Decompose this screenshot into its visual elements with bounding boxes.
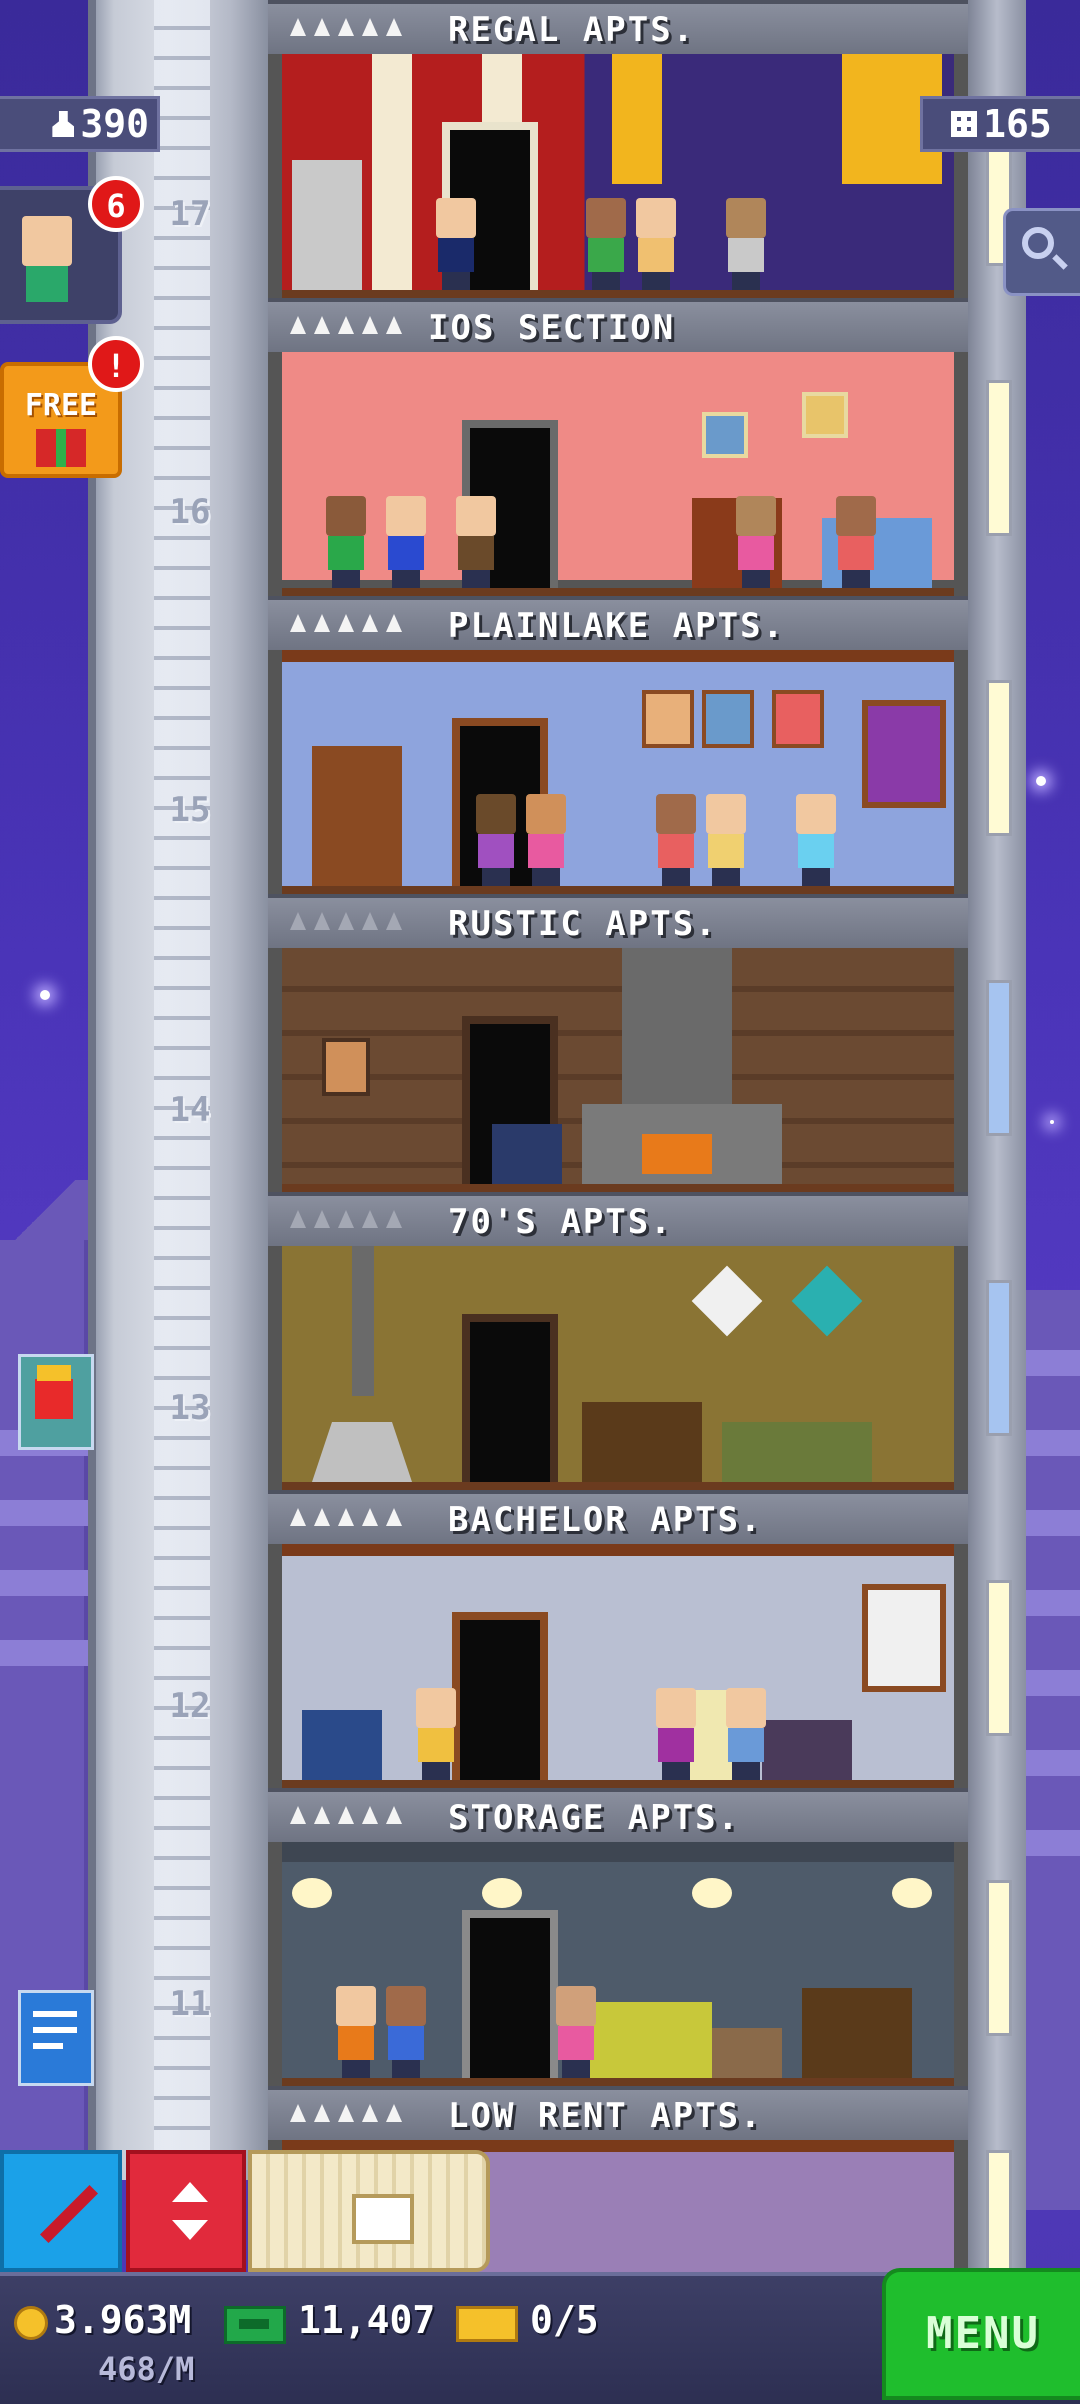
fries-card-icon[interactable] (18, 1354, 94, 1450)
floor-count-value: 165 (983, 102, 1052, 146)
floor-rating-stars (290, 316, 402, 334)
floor-bachelor-apts[interactable]: BACHELOR APTS. (268, 1490, 968, 1788)
floor-counter: 165 (920, 96, 1080, 152)
floor-number: 16 (169, 492, 211, 532)
free-label: FREE (24, 388, 98, 423)
floor-rating-stars (290, 614, 402, 632)
floor-number: 17 (169, 194, 211, 234)
coin-rate: 468/M (98, 2350, 195, 2388)
bux-value: 11,407 (298, 2298, 436, 2342)
build-floor-button[interactable] (248, 2150, 490, 2272)
floor-room (282, 352, 954, 596)
floor-number: 11 (169, 1984, 211, 2024)
floor-header: REGAL APTS. (268, 0, 968, 54)
tower: REGAL APTS. IOS SECTION PLAINLAKE APTS. … (268, 0, 968, 2288)
search-button[interactable] (1003, 208, 1080, 296)
document-card-icon[interactable] (18, 1990, 94, 2086)
floor-header: LOW RENT APTS. (268, 2086, 968, 2140)
grid-icon (951, 111, 978, 137)
floor-number: 13 (169, 1388, 211, 1428)
floor-title: LOW RENT APTS. (448, 2096, 763, 2136)
person-icon (52, 111, 75, 137)
floor-header: STORAGE APTS. (268, 1788, 968, 1842)
free-notification-badge: ! (88, 336, 144, 392)
coin-icon (14, 2306, 48, 2340)
background-building-right (1020, 1290, 1080, 2210)
build-floor-icon (352, 2194, 414, 2244)
floor-storage-apts[interactable]: STORAGE APTS. (268, 1788, 968, 2086)
tower-right-wall (968, 0, 1026, 2306)
floor-title: RUSTIC APTS. (448, 904, 718, 944)
ticket-icon (456, 2306, 518, 2342)
floor-header: BACHELOR APTS. (268, 1490, 968, 1544)
floor-number: 12 (169, 1686, 211, 1726)
floor-rating-stars (290, 1508, 402, 1526)
floor-header: RUSTIC APTS. (268, 894, 968, 948)
floor-rating-stars (290, 2104, 402, 2122)
floor-number: 15 (169, 790, 211, 830)
bitizen-notification-badge: 6 (88, 176, 144, 232)
floor-70s-apts[interactable]: 70'S APTS. (268, 1192, 968, 1490)
floor-header: 70'S APTS. (268, 1192, 968, 1246)
floor-title: 70'S APTS. (448, 1202, 673, 1242)
floor-title: IOS SECTION (428, 308, 676, 348)
floor-number: 14 (169, 1090, 211, 1130)
population-value: 390 (80, 102, 149, 146)
magnifier-icon (1022, 227, 1054, 259)
floor-rating-stars (290, 1806, 402, 1824)
star-decoration (1036, 776, 1046, 786)
floor-header: PLAINLAKE APTS. (268, 596, 968, 650)
floor-title: STORAGE APTS. (448, 1798, 741, 1838)
floor-room (282, 650, 954, 894)
floor-title: PLAINLAKE APTS. (448, 606, 786, 646)
star-decoration (40, 990, 50, 1000)
floor-room (282, 1842, 954, 2086)
gift-icon (36, 429, 86, 467)
coin-value: 3.963M (54, 2298, 192, 2342)
menu-button[interactable]: MENU (882, 2268, 1080, 2400)
population-counter: 390 (0, 96, 160, 152)
floor-room (282, 1544, 954, 1788)
floor-rustic-apts[interactable]: RUSTIC APTS. (268, 894, 968, 1192)
floor-ios-section[interactable]: IOS SECTION (268, 298, 968, 596)
floor-room (282, 1246, 954, 1490)
floor-plainlake-apts[interactable]: PLAINLAKE APTS. (268, 596, 968, 894)
floor-header: IOS SECTION (268, 298, 968, 352)
cash-icon (224, 2306, 286, 2344)
elevator-button[interactable] (126, 2150, 246, 2272)
floor-room (282, 948, 954, 1192)
hammer-icon (40, 2185, 98, 2243)
floor-rating-stars (290, 1210, 402, 1228)
floor-rating-stars (290, 18, 402, 36)
floor-room (282, 54, 954, 298)
floor-regal-apts[interactable]: REGAL APTS. (268, 0, 968, 298)
floor-rating-stars (290, 912, 402, 930)
star-decoration (1050, 1120, 1054, 1124)
floor-title: REGAL APTS. (448, 10, 696, 50)
ticket-value: 0/5 (530, 2298, 599, 2342)
hammer-button[interactable] (0, 2150, 122, 2272)
floor-title: BACHELOR APTS. (448, 1500, 763, 1540)
